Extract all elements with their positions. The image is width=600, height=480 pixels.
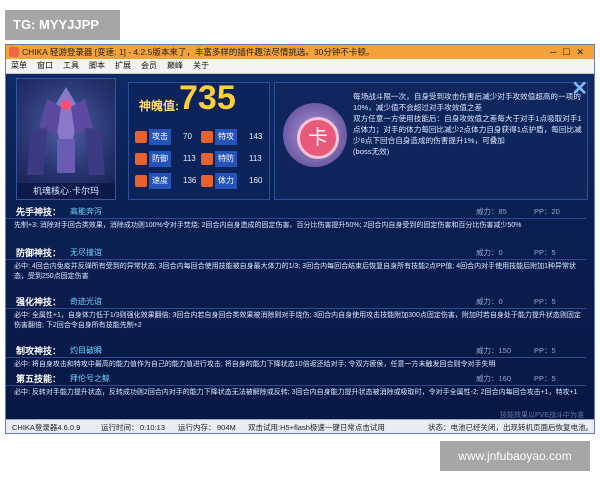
stat-hp: 体力 160	[201, 173, 267, 189]
skill-title: 强化神技：	[16, 297, 62, 307]
skill-row: 先手神技： 高能奔泻 威力：85 PP：20 先制+3: 消除对手回合类效果，消…	[6, 205, 594, 245]
menu-item-tools[interactable]: 工具	[58, 59, 84, 73]
skill-pp: PP：5	[534, 374, 556, 383]
stat-label: 特攻	[215, 129, 237, 145]
stat-defense: 防御 113	[135, 151, 200, 167]
title-bar: CHIKA 轻游登录器 [变速: 1] - 4.2.5版本来了，丰富多样的插件趣…	[6, 45, 594, 59]
menu-item-extend[interactable]: 扩展	[110, 59, 136, 73]
pet-detail-panel: 机魂核心·卡尔玛 神魄值: 735 攻击 70 特攻 143 防御 113 特防…	[6, 74, 594, 419]
stat-label: 特防	[215, 151, 237, 167]
skill-description: 先制+3: 消除对手回合类效果，消除成功则100%令对手焚烧; 2回合内自身造成…	[14, 222, 522, 229]
window-title: CHIKA 轻游登录器 [变速: 1] - 4.2.5版本来了，丰富多样的插件趣…	[22, 47, 375, 57]
skill-subtitle: 灼目破瞬	[70, 346, 102, 355]
divider	[6, 218, 586, 219]
hp-icon	[201, 175, 213, 187]
runtime-value: 0:10:13	[140, 423, 166, 432]
skill-description: 必中: 4回合内免疫并反弹所有受到的异常状态; 3回合内每回合使用技能被自身最大…	[14, 263, 576, 280]
app-logo-icon	[9, 47, 19, 57]
close-icon[interactable]: ✕	[571, 76, 588, 101]
card-icon: 卡	[283, 103, 347, 167]
skill-row: 防御神技： 无尽撞谊 威力：0 PP：5 必中: 4回合内免疫并反弹所有受到的异…	[6, 246, 594, 294]
stat-attack: 攻击 70	[135, 129, 200, 145]
trial-tip-link[interactable]: 双击试用:H5+flash极速一键日常点击试用	[248, 420, 385, 433]
stat-value: 113	[249, 154, 262, 163]
stat-sp-defense: 特防 113	[201, 151, 267, 167]
memory-label: 运行内存：	[178, 423, 216, 432]
skill-description: 必中: 反转对手能力提升状态，反转成功则2回合内对手的能力下降状态无法被解除或反…	[14, 389, 578, 396]
stat-label: 速度	[149, 173, 171, 189]
skill-subtitle: 奇迹光谊	[70, 297, 102, 306]
menu-item-member[interactable]: 会员	[136, 59, 162, 73]
menu-item-peak[interactable]: 巅峰	[162, 59, 188, 73]
pet-portrait: 机魂核心·卡尔玛	[16, 78, 116, 200]
window-controls[interactable]: ─☐✕	[550, 45, 590, 59]
runtime-label: 运行时间：	[101, 423, 139, 432]
stat-sp-attack: 特攻 143	[201, 129, 267, 145]
skill-pp: PP：20	[534, 207, 560, 216]
skill-subtitle: 无尽撞谊	[70, 248, 102, 257]
attack-icon	[135, 131, 147, 143]
ability-panel: 卡 每场战斗限一次，自身受到攻击伤害后减少对手攻效值超高的一项的10%，减少值不…	[274, 82, 588, 200]
defense-icon	[135, 153, 147, 165]
stat-speed: 速度 136	[135, 173, 200, 189]
skill-subtitle: 高能奔泻	[70, 207, 102, 216]
stat-label: 体力	[215, 173, 237, 189]
stat-value: 113	[183, 154, 196, 163]
skill-title: 第五技能：	[16, 374, 62, 384]
mecha-portrait-image	[27, 87, 105, 175]
sp-attack-icon	[201, 131, 213, 143]
skill-pp: PP：5	[534, 248, 556, 257]
watermark-bottom-right: www.jnfubaoyao.com	[440, 441, 590, 471]
skill-row: 强化神技： 奇迹光谊 威力：0 PP：5 必中: 全属性+1，自身体力低于1/3…	[6, 295, 594, 343]
stat-value: 160	[249, 176, 263, 185]
skill-subtitle: 拜伦号之鲸	[70, 374, 110, 383]
skill-title: 先手神技：	[16, 207, 62, 217]
speed-icon	[135, 175, 147, 187]
app-window: CHIKA 轻游登录器 [变速: 1] - 4.2.5版本来了，丰富多样的插件趣…	[5, 44, 595, 434]
divider	[6, 385, 586, 386]
sp-defense-icon	[201, 153, 213, 165]
status-bar: CHIKA登录器4.6.0.9 运行时间： 0:10:13 运行内存： 904M…	[6, 419, 594, 433]
stats-panel: 神魄值: 735 攻击 70 特攻 143 防御 113 特防 113 速度 1…	[128, 79, 270, 200]
power-label: 神魄值:	[139, 99, 179, 113]
menu-item-about[interactable]: 关于	[188, 59, 214, 73]
divider	[6, 357, 586, 358]
skill-power: 威力：160	[476, 374, 512, 383]
stat-label: 攻击	[149, 129, 171, 145]
ability-description: 每场战斗限一次，自身受到攻击伤害后减少对手攻效值超高的一项的10%，减少值不会超…	[353, 92, 582, 156]
pet-name: 机魂核心·卡尔玛	[17, 183, 115, 199]
menu-item-menu[interactable]: 菜单	[6, 59, 32, 73]
skill-power: 威力：0	[476, 248, 503, 257]
stat-value: 136	[183, 176, 197, 185]
skill-title: 防御神技：	[16, 248, 62, 258]
watermark-top-left: TG: MYYJJPP	[5, 10, 120, 40]
skill-pp: PP：5	[534, 297, 556, 306]
menu-bar: 菜单 窗口 工具 脚本 扩展 会员 巅峰 关于	[6, 59, 594, 74]
skill-pp: PP：5	[534, 346, 556, 355]
menu-item-script[interactable]: 脚本	[84, 59, 110, 73]
status-text: 状态：电池已经关闭，出现转机页面后恢复电池。	[428, 423, 593, 432]
version-text: CHIKA登录器4.6.0.9	[12, 423, 81, 432]
skill-title: 制攻神技：	[16, 346, 62, 356]
skill-description: 必中: 全属性+1，自身体力低于1/3则强化效果翻倍; 3回合内若自身回合类效果…	[14, 312, 581, 329]
skill-power: 威力：85	[476, 207, 507, 216]
stat-label: 防御	[149, 151, 171, 167]
stat-value: 70	[183, 132, 192, 141]
divider	[6, 308, 586, 309]
skill-power: 威力：150	[476, 346, 512, 355]
divider	[6, 259, 586, 260]
memory-value: 904M	[217, 423, 236, 432]
power-value: 735	[179, 79, 236, 117]
menu-item-window[interactable]: 窗口	[32, 59, 58, 73]
skill-power: 威力：0	[476, 297, 503, 306]
skill-description: 必中: 将自身攻击和特攻中最高的能力值作为自己的能力值进行攻击; 将自身的能力下…	[14, 361, 496, 368]
stat-value: 143	[249, 132, 263, 141]
